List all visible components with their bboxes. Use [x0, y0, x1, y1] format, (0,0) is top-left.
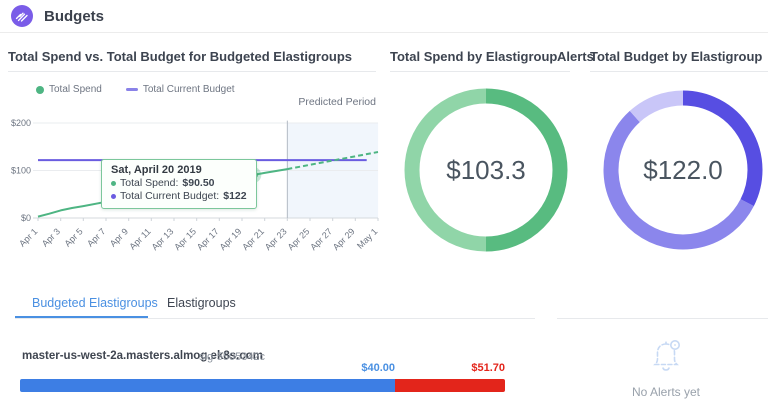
- spend-vs-budget-title: Total Spend vs. Total Budget for Budgete…: [8, 49, 352, 64]
- bar-overage-segment: [395, 379, 505, 392]
- svg-text:Apr 29: Apr 29: [331, 226, 357, 252]
- alerts-divider: [557, 318, 768, 319]
- spend-amount-label: $40.00: [295, 362, 395, 374]
- tooltip-value: $90.50: [182, 177, 214, 190]
- total-current-budget-dash-icon: [126, 88, 138, 91]
- svg-text:$100: $100: [11, 166, 31, 176]
- budgets-dashboard: Budgets Total Spend vs. Total Budget for…: [0, 0, 768, 414]
- spend-donut-title: Total Spend by Elastigroup: [390, 49, 557, 64]
- svg-text:Apr 25: Apr 25: [286, 226, 312, 252]
- spend-donut-divider: [390, 71, 570, 72]
- legend-item-total-spend[interactable]: Total Spend: [36, 84, 102, 95]
- alerts-title: Alerts: [557, 49, 594, 64]
- svg-text:Apr 7: Apr 7: [85, 226, 107, 248]
- tooltip-label: Total Spend:: [120, 177, 178, 190]
- total-budget-value: $122.0: [613, 155, 753, 186]
- tab-elastigroups[interactable]: Elastigroups: [167, 296, 236, 310]
- spotinst-logo-icon: [11, 5, 33, 27]
- tooltip-value: $122: [223, 190, 246, 203]
- elastigroup-sig: sig-5505342c: [199, 351, 265, 363]
- legend-item-total-current-budget[interactable]: Total Current Budget: [126, 84, 235, 95]
- tooltip-date: Sat, April 20 2019: [111, 164, 247, 176]
- budget-donut-divider: [590, 71, 768, 72]
- svg-text:Apr 3: Apr 3: [40, 226, 62, 248]
- svg-text:$200: $200: [11, 118, 31, 128]
- svg-text:Apr 11: Apr 11: [127, 226, 152, 251]
- budget-progress-bar: [20, 379, 505, 392]
- tooltip-label: Total Current Budget:: [120, 190, 219, 203]
- svg-text:Apr 15: Apr 15: [172, 226, 198, 252]
- svg-text:Apr 17: Apr 17: [195, 226, 221, 252]
- svg-text:Apr 21: Apr 21: [240, 226, 266, 252]
- svg-text:Apr 19: Apr 19: [218, 226, 244, 252]
- chart-legend: Total Spend Total Current Budget: [36, 84, 235, 95]
- svg-text:Apr 13: Apr 13: [150, 226, 176, 252]
- tooltip-row-budget: Total Current Budget: $122: [111, 190, 247, 203]
- legend-label: Total Current Budget: [143, 84, 235, 95]
- bell-icon: [644, 336, 688, 376]
- tab-budgeted-elastigroups[interactable]: Budgeted Elastigroups: [32, 296, 158, 310]
- svg-text:Apr 27: Apr 27: [308, 226, 334, 252]
- total-spend-dot-icon: [36, 86, 44, 94]
- tabs-divider: [15, 318, 535, 319]
- total-amount-label: $51.70: [405, 362, 505, 374]
- svg-text:May 1: May 1: [355, 226, 379, 250]
- app-header: Budgets: [0, 0, 768, 33]
- page-title: Budgets: [44, 0, 104, 33]
- svg-text:Apr 1: Apr 1: [17, 226, 39, 248]
- spend-vs-budget-divider: [8, 71, 376, 72]
- chart-tooltip: Sat, April 20 2019 Total Spend: $90.50 T…: [101, 159, 257, 209]
- total-spend-value: $103.3: [416, 155, 556, 186]
- legend-label: Total Spend: [49, 84, 102, 95]
- predicted-period-label: Predicted Period: [246, 96, 376, 108]
- svg-text:$0: $0: [21, 213, 31, 223]
- spend-bullet-icon: [111, 181, 116, 186]
- svg-text:Apr 5: Apr 5: [62, 226, 84, 248]
- svg-text:Apr 23: Apr 23: [263, 226, 289, 252]
- tooltip-row-spend: Total Spend: $90.50: [111, 177, 247, 190]
- bar-spend-segment: [20, 379, 395, 392]
- no-alerts-text: No Alerts yet: [596, 385, 736, 399]
- budget-bullet-icon: [111, 194, 116, 199]
- budget-donut-title: Total Budget by Elastigroup: [590, 49, 762, 64]
